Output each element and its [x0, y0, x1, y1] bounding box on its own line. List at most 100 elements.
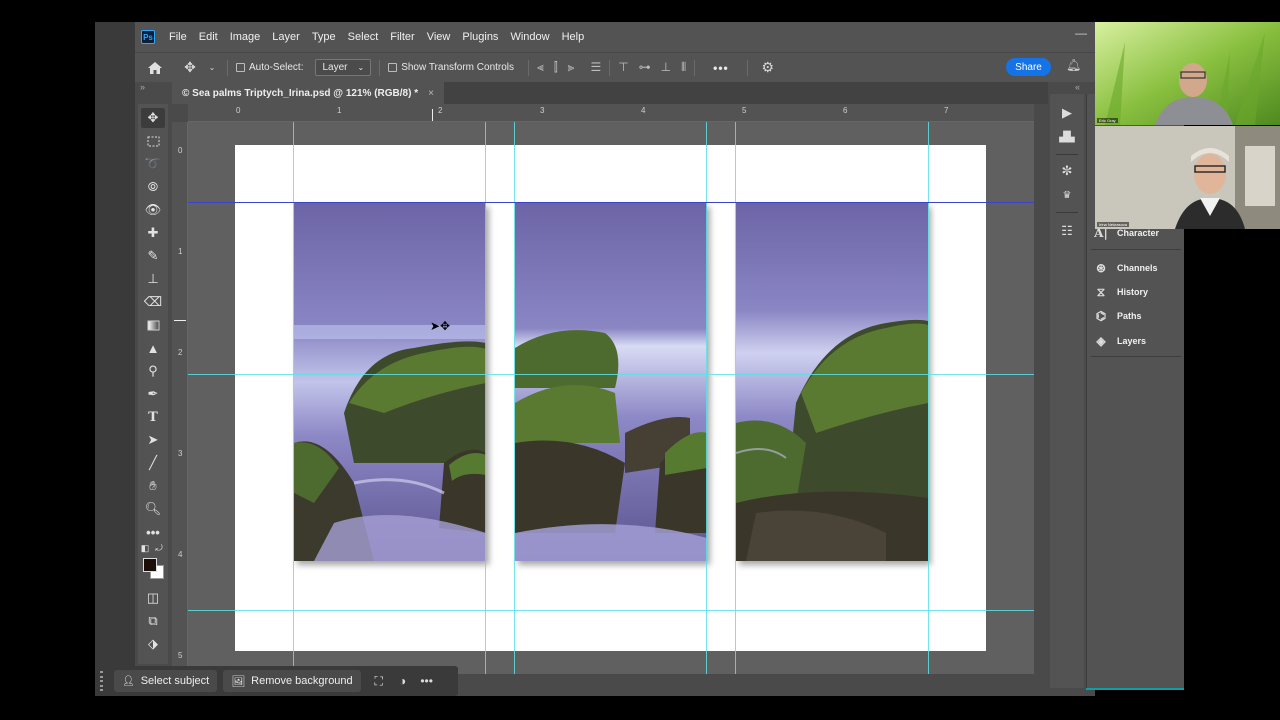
libraries-icon[interactable]: ♛ — [1058, 186, 1076, 204]
line-tool-icon[interactable]: ╱ — [141, 453, 165, 473]
chevron-down-icon[interactable]: ⌄ — [205, 63, 219, 72]
document-canvas[interactable] — [235, 145, 986, 651]
crop-eye-tool-icon[interactable]: 👁︎ — [141, 200, 165, 220]
ruler-label: 6 — [843, 106, 848, 115]
path-selection-icon[interactable]: ➤ — [141, 430, 165, 450]
transform-icon[interactable]: ⛶ — [367, 674, 391, 689]
menu-type[interactable]: Type — [306, 31, 342, 43]
menu-select[interactable]: Select — [342, 31, 385, 43]
type-tool-icon[interactable]: T — [141, 407, 165, 427]
marquee-tool-icon[interactable] — [141, 131, 165, 151]
minimize-icon[interactable]: — — [1075, 26, 1087, 40]
vertical-guide[interactable] — [485, 122, 486, 674]
menu-image[interactable]: Image — [224, 31, 267, 43]
panel-label: Layers — [1117, 336, 1147, 346]
auto-select-dropdown[interactable]: Layer ⌄ — [315, 59, 372, 76]
document-tab-bar: © Sea palms Triptych_Irina.psd @ 121% (R… — [172, 82, 1048, 104]
horizontal-guide[interactable] — [188, 610, 1034, 611]
default-colors-icon[interactable]: ◧ — [138, 538, 152, 558]
panel-paths[interactable]: ⌬ Paths — [1093, 307, 1142, 325]
hand-tool-icon[interactable]: ✋︎ — [141, 476, 165, 496]
healing-brush-icon[interactable]: ✚ — [141, 223, 165, 243]
menu-edit[interactable]: Edit — [193, 31, 224, 43]
divider — [609, 59, 611, 76]
ruler-label: 4 — [641, 106, 646, 115]
move-tool-icon[interactable]: ✥ — [141, 108, 165, 128]
collapse-icon[interactable]: » — [140, 82, 145, 92]
more-options-icon[interactable]: ••• — [713, 61, 729, 75]
align-top-icon[interactable]: ⊤ — [618, 60, 628, 75]
divider — [227, 59, 228, 76]
align-left-icon[interactable]: ⫷ — [537, 60, 544, 75]
panel-channels[interactable]: ⊛ Channels — [1093, 259, 1158, 277]
menu-layer[interactable]: Layer — [266, 31, 306, 43]
clone-stamp-icon[interactable]: ⊥ — [141, 269, 165, 289]
menu-view[interactable]: View — [421, 31, 457, 43]
properties-icon[interactable]: ☷ — [1058, 222, 1076, 240]
align-middle-v-icon[interactable]: ⊶ — [639, 60, 651, 75]
triptych-panel-left[interactable] — [294, 203, 486, 561]
collapse-icon[interactable]: « — [1075, 82, 1080, 92]
swap-colors-icon[interactable]: ⤾ — [152, 538, 166, 558]
foreground-color-swatch[interactable] — [143, 558, 157, 572]
move-cursor-icon: ➤✥ — [430, 319, 451, 333]
brush-tool-icon[interactable]: ✎ — [141, 246, 165, 266]
plugins-icon[interactable]: ▟▙ — [1058, 128, 1076, 146]
document-tab[interactable]: © Sea palms Triptych_Irina.psd @ 121% (R… — [172, 82, 444, 104]
screen-mode-icon[interactable]: ⧉ — [141, 611, 165, 631]
menu-filter[interactable]: Filter — [384, 31, 420, 43]
adjust-icon[interactable]: ◑ — [391, 674, 415, 688]
triptych-panel-center[interactable] — [515, 203, 707, 561]
play-actions-icon[interactable]: ▶ — [1058, 104, 1076, 122]
menu-help[interactable]: Help — [556, 31, 591, 43]
gear-icon[interactable]: ⚙ — [756, 59, 780, 76]
distribute-v-icon[interactable]: ⫴ — [681, 60, 686, 75]
panel-history[interactable]: ⧖ History — [1093, 283, 1148, 301]
show-transform-checkbox[interactable] — [388, 63, 398, 72]
dodge-tool-icon[interactable]: ⚲ — [141, 361, 165, 381]
zoom-tool-icon[interactable]: 🔍︎ — [141, 499, 165, 519]
window-edge — [95, 22, 135, 696]
select-subject-button[interactable]: 👤︎ Select subject — [114, 670, 218, 692]
align-center-h-icon[interactable]: ⫿ — [554, 60, 558, 75]
vertical-guide[interactable] — [735, 122, 736, 674]
move-tool-icon[interactable]: ✥ — [175, 59, 205, 76]
participant-name: Eric Gray — [1097, 118, 1118, 123]
vertical-guide[interactable] — [293, 122, 294, 674]
remove-background-button[interactable]: 🖼︎ Remove background — [223, 670, 361, 692]
close-icon[interactable]: × — [428, 88, 434, 99]
menu-file[interactable]: File — [163, 31, 193, 43]
share-button[interactable]: Share — [1006, 58, 1051, 76]
quick-select-tool-icon[interactable]: ⦾ — [141, 177, 165, 197]
home-icon[interactable] — [135, 61, 175, 75]
distribute-icon[interactable]: ☰ — [590, 60, 601, 75]
vertical-guide[interactable] — [514, 122, 515, 674]
gradient-tool-icon[interactable] — [141, 315, 165, 335]
quick-mask-icon[interactable]: ◫ — [141, 588, 165, 608]
align-right-icon[interactable]: ⫸ — [568, 60, 575, 75]
generative-icon[interactable]: ⬗ — [141, 634, 165, 654]
bell-icon[interactable]: 🔔︎ — [1066, 58, 1081, 72]
more-options-icon[interactable]: ••• — [415, 674, 439, 688]
canvas-workspace[interactable]: ➤✥ — [188, 122, 1034, 674]
align-bottom-icon[interactable]: ⊥ — [661, 60, 671, 75]
select-subject-label: Select subject — [140, 675, 210, 687]
horizontal-guide[interactable] — [188, 374, 1034, 375]
menu-plugins[interactable]: Plugins — [456, 31, 504, 43]
menu-window[interactable]: Window — [504, 31, 555, 43]
triptych-panel-right[interactable] — [736, 203, 928, 561]
adjustments-icon[interactable]: ✼ — [1058, 162, 1076, 180]
vertical-scrollbar[interactable] — [1034, 104, 1048, 674]
vertical-ruler: 0 1 2 3 4 5 — [172, 122, 188, 666]
panel-layers[interactable]: ◈ Layers — [1093, 332, 1146, 350]
eraser-tool-icon[interactable]: ⌫ — [141, 292, 165, 312]
panel-label: Paths — [1117, 311, 1142, 321]
vertical-guide[interactable] — [928, 122, 929, 674]
auto-select-checkbox[interactable] — [236, 63, 245, 72]
horizontal-guide-selected[interactable] — [188, 202, 1034, 203]
blur-tool-icon[interactable]: ▲ — [141, 338, 165, 358]
pen-tool-icon[interactable]: ✒ — [141, 384, 165, 404]
drag-handle-icon[interactable] — [100, 671, 106, 691]
lasso-tool-icon[interactable]: ➰ — [141, 154, 165, 174]
vertical-guide[interactable] — [706, 122, 707, 674]
